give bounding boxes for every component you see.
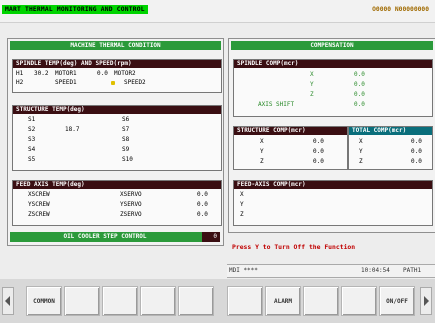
oil-cooler-bar: OIL COOLER STEP CONTROL 0 (10, 232, 220, 242)
axis-shift-value: 0.0 (354, 101, 365, 108)
s7-label: S7 (122, 126, 130, 133)
program-number: O0000 N00000000 (372, 6, 429, 13)
status-bar: MDI **** 10:04:54 PATH1 (227, 264, 435, 278)
total-comp-x-label: X (359, 138, 363, 145)
xscrew-label: XSCREW (28, 191, 50, 198)
title-bar: MART THERMAL MONITORING AND CONTROL O000… (0, 0, 435, 23)
speed-indicator-icon (111, 81, 115, 85)
s8-label: S8 (122, 136, 130, 143)
oil-cooler-label: OIL COOLER STEP CONTROL (63, 233, 147, 240)
feed-axis-temp-section: FEED AXIS TEMP(deg) XSCREW XSERVO 0.0 YS… (12, 180, 222, 226)
oil-cooler-value: 0 (202, 232, 220, 242)
zservo-value: 0.0 (197, 211, 208, 218)
s2-value: 18.7 (65, 126, 80, 133)
feed-axis-comp-section: FEED-AXIS COMP(mcr) X Y Z (233, 180, 433, 226)
s10-label: S10 (122, 156, 133, 163)
structure-comp-x-label: X (260, 138, 264, 145)
mode-indicator: MDI **** (229, 267, 258, 274)
s3-label: S3 (28, 136, 36, 143)
softkey-9[interactable] (341, 286, 377, 316)
clock: 10:04:54 (361, 267, 390, 274)
total-comp-z-value: 0.0 (411, 158, 422, 165)
motor1-value: 0.0 (97, 70, 108, 77)
softkey-onoff-label: ON/OFF (386, 298, 408, 305)
s4-label: S4 (28, 146, 36, 153)
softkey-5[interactable] (178, 286, 214, 316)
feed-axis-comp-header: FEED-AXIS COMP(mcr) (234, 181, 432, 189)
thermal-condition-header: MACHINE THERMAL CONDITION (10, 41, 221, 50)
total-comp-y-label: Y (359, 148, 363, 155)
yservo-value: 0.0 (197, 201, 208, 208)
softkey-common-label: COMMON (33, 298, 55, 305)
feed-axis-temp-header: FEED AXIS TEMP(deg) (13, 181, 221, 189)
structure-temp-header: STRUCTURE TEMP(deg) (13, 106, 221, 114)
spindle-comp-x-label: X (310, 71, 314, 78)
s9-label: S9 (122, 146, 130, 153)
s6-label: S6 (122, 116, 130, 123)
xservo-value: 0.0 (197, 191, 208, 198)
motor1-label: MOTOR1 (55, 70, 77, 77)
structure-comp-y-value: 0.0 (313, 148, 324, 155)
softkey-2[interactable] (64, 286, 100, 316)
spindle-comp-x-value: 0.0 (354, 71, 365, 78)
structure-comp-z-label: Z (260, 158, 264, 165)
s2-label: S2 (28, 126, 36, 133)
speed1-label: SPEED1 (55, 79, 77, 86)
softkey-3[interactable] (102, 286, 138, 316)
spindle-comp-section: SPINDLE COMP(mcr) X 0.0 Y 0.0 Z 0.0 AXIS… (233, 59, 433, 117)
s5-label: S5 (28, 156, 36, 163)
softkey-alarm[interactable]: ALARM (265, 286, 301, 316)
h1-value: 30.2 (34, 70, 49, 77)
total-comp-section: TOTAL COMP(mcr) X 0.0 Y 0.0 Z 0.0 (348, 126, 433, 170)
total-comp-y-value: 0.0 (411, 148, 422, 155)
spindle-comp-y-value: 0.0 (354, 81, 365, 88)
h2-label: H2 (16, 79, 24, 86)
zscrew-label: ZSCREW (28, 211, 50, 218)
total-comp-header: TOTAL COMP(mcr) (349, 127, 432, 135)
structure-comp-x-value: 0.0 (313, 138, 324, 145)
spindle-comp-header: SPINDLE COMP(mcr) (234, 60, 432, 68)
structure-comp-section: STRUCTURE COMP(mcr) X 0.0 Y 0.0 Z 0.0 (233, 126, 348, 170)
spindle-comp-z-value: 0.0 (354, 91, 365, 98)
path-indicator: PATH1 (403, 267, 422, 274)
zservo-label: ZSERVO (120, 211, 142, 218)
structure-comp-header: STRUCTURE COMP(mcr) (234, 127, 347, 135)
softkey-8[interactable] (303, 286, 339, 316)
structure-comp-y-label: Y (260, 148, 264, 155)
feed-comp-y-label: Y (240, 201, 244, 208)
spindle-comp-z-label: Z (310, 91, 314, 98)
speed2-label: SPEED2 (124, 79, 146, 86)
yscrew-label: YSCREW (28, 201, 50, 208)
yservo-label: YSERVO (120, 201, 142, 208)
softkey-common[interactable]: COMMON (26, 286, 62, 316)
compensation-header: COMPENSATION (231, 41, 433, 50)
screen-title: MART THERMAL MONITORING AND CONTROL (2, 5, 148, 14)
total-comp-x-value: 0.0 (411, 138, 422, 145)
softkey-onoff[interactable]: ON/OFF (379, 286, 415, 316)
structure-temp-section: STRUCTURE TEMP(deg) S1 S2 S3 S4 S5 18.7 … (12, 105, 222, 171)
xservo-label: XSERVO (120, 191, 142, 198)
softkey-4[interactable] (140, 286, 176, 316)
total-comp-z-label: Z (359, 158, 363, 165)
function-off-message: Press Y to Turn Off the Function (232, 243, 356, 251)
spindle-temp-header: SPINDLE TEMP(deg) AND SPEED(rpm) (13, 60, 221, 68)
softkey-next-arrow-icon[interactable] (420, 287, 432, 315)
structure-comp-z-value: 0.0 (313, 158, 324, 165)
h1-label: H1 (16, 70, 24, 77)
s1-label: S1 (28, 116, 36, 123)
motor2-label: MOTOR2 (114, 70, 136, 77)
feed-comp-z-label: Z (240, 211, 244, 218)
spindle-comp-y-label: Y (310, 81, 314, 88)
spindle-temp-section: SPINDLE TEMP(deg) AND SPEED(rpm) H1 30.2… (12, 59, 222, 93)
feed-comp-x-label: X (240, 191, 244, 198)
softkey-prev-arrow-icon[interactable] (2, 287, 14, 315)
cnc-screen: MART THERMAL MONITORING AND CONTROL O000… (0, 0, 435, 323)
softkey-alarm-label: ALARM (273, 298, 293, 305)
axis-shift-label: AXIS SHIFT (258, 101, 295, 108)
softkey-6[interactable] (227, 286, 263, 316)
